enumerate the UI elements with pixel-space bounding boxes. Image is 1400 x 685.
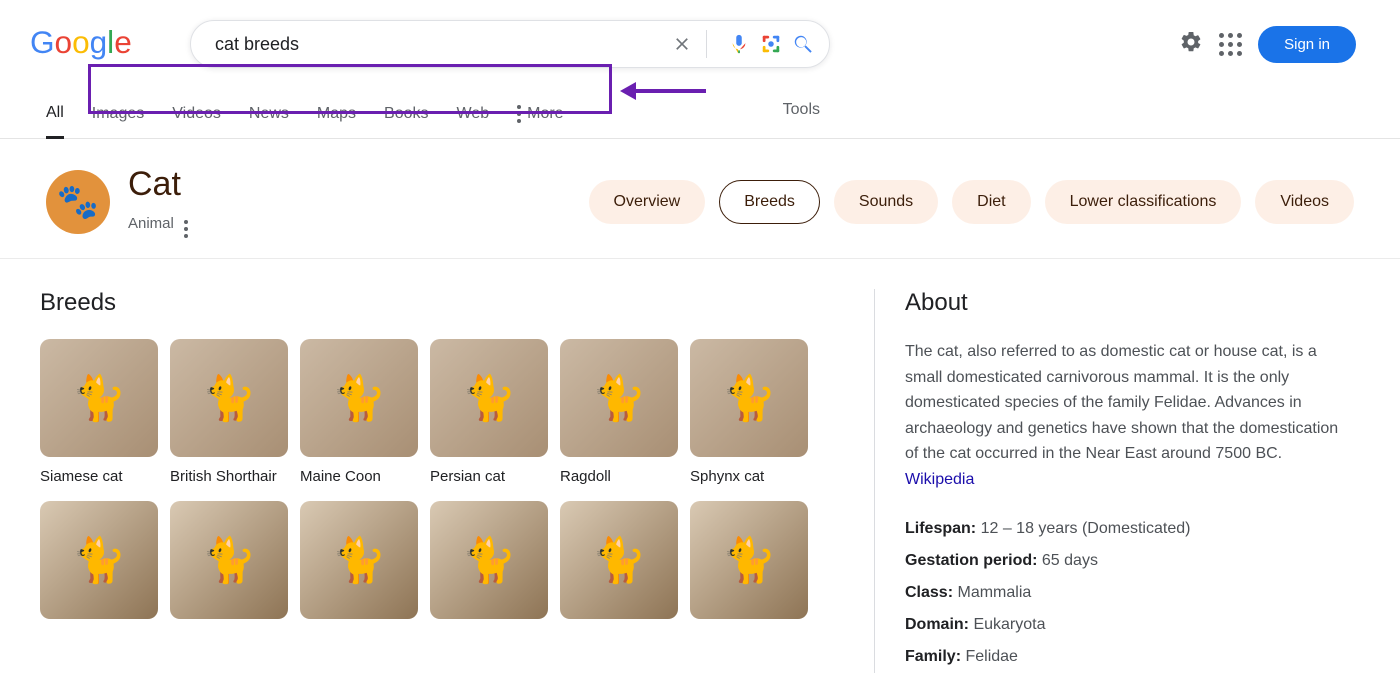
clear-icon[interactable] — [670, 32, 694, 56]
breed-card[interactable]: 🐈 Persian cat — [430, 339, 548, 487]
entity-subtitle: Animal — [128, 215, 174, 232]
fact-value: Mammalia — [957, 584, 1031, 601]
breed-thumb: 🐈 — [430, 339, 548, 457]
fact-key: Domain: — [905, 616, 969, 633]
fact-key: Lifespan: — [905, 520, 976, 537]
chip-overview[interactable]: Overview — [589, 180, 706, 224]
breed-card[interactable]: 🐈 — [430, 501, 548, 629]
breed-thumb: 🐈 — [40, 501, 158, 619]
tab-web[interactable]: Web — [457, 97, 490, 137]
breed-thumb: 🐈 — [300, 501, 418, 619]
tab-maps[interactable]: Maps — [317, 97, 356, 137]
more-dots-icon — [517, 105, 521, 123]
breed-card[interactable]: 🐈 British Shorthair — [170, 339, 288, 487]
settings-icon[interactable] — [1179, 30, 1203, 59]
breed-card[interactable]: 🐈 — [170, 501, 288, 629]
breed-card[interactable]: 🐈 — [300, 501, 418, 629]
svg-text:Google: Google — [30, 25, 132, 60]
breed-card[interactable]: 🐈 Sphynx cat — [690, 339, 808, 487]
about-heading: About — [905, 289, 1354, 317]
tools-button[interactable]: Tools — [783, 101, 820, 133]
breed-thumb: 🐈 — [560, 339, 678, 457]
fact-value: Eukaryota — [973, 616, 1045, 633]
breed-thumb: 🐈 — [40, 339, 158, 457]
fact-key: Gestation period: — [905, 552, 1037, 569]
breed-thumb: 🐈 — [560, 501, 678, 619]
fact-row: Domain: Eukaryota — [905, 609, 1354, 641]
google-logo[interactable]: Google — [30, 25, 150, 63]
entity-title: Cat — [128, 165, 188, 204]
breed-label: Persian cat — [430, 467, 548, 487]
tab-more[interactable]: More — [517, 97, 563, 137]
breed-card[interactable]: 🐈 Ragdoll — [560, 339, 678, 487]
fact-value: 12 – 18 years (Domesticated) — [981, 520, 1191, 537]
apps-icon[interactable] — [1219, 33, 1242, 56]
breed-label: Siamese cat — [40, 467, 158, 487]
breed-card[interactable]: 🐈 Siamese cat — [40, 339, 158, 487]
about-text: The cat, also referred to as domestic ca… — [905, 339, 1354, 493]
breed-label: Maine Coon — [300, 467, 418, 487]
search-icon[interactable] — [791, 32, 815, 56]
mic-icon[interactable] — [727, 32, 751, 56]
breed-thumb: 🐈 — [170, 501, 288, 619]
search-input[interactable] — [213, 33, 670, 56]
fact-row: Class: Mammalia — [905, 577, 1354, 609]
tab-images[interactable]: Images — [92, 97, 144, 137]
entity-avatar: 🐾 — [46, 170, 110, 234]
fact-row: Lifespan: 12 – 18 years (Domesticated) — [905, 513, 1354, 545]
breed-card[interactable]: 🐈 — [690, 501, 808, 629]
breed-card[interactable]: 🐈 — [40, 501, 158, 629]
tab-all[interactable]: All — [46, 96, 64, 139]
breed-label: Sphynx cat — [690, 467, 808, 487]
chip-diet[interactable]: Diet — [952, 180, 1030, 224]
signin-button[interactable]: Sign in — [1258, 26, 1356, 63]
breed-label: British Shorthair — [170, 467, 288, 487]
fact-row: Family: Felidae — [905, 641, 1354, 673]
breed-thumb: 🐈 — [170, 339, 288, 457]
about-body: The cat, also referred to as domestic ca… — [905, 343, 1338, 462]
breed-thumb: 🐈 — [430, 501, 548, 619]
breed-thumb: 🐈 — [690, 339, 808, 457]
lens-icon[interactable] — [759, 32, 783, 56]
breed-card[interactable]: 🐈 Maine Coon — [300, 339, 418, 487]
breeds-grid: 🐈 Siamese cat 🐈 British Shorthair 🐈 Maine C… — [40, 339, 854, 629]
chip-breeds[interactable]: Breeds — [719, 180, 820, 224]
fact-key: Class: — [905, 584, 953, 601]
fact-key: Family: — [905, 648, 961, 665]
breed-card[interactable]: 🐈 — [560, 501, 678, 629]
fact-value: Felidae — [965, 648, 1017, 665]
chip-sounds[interactable]: Sounds — [834, 180, 938, 224]
divider — [706, 30, 707, 58]
chip-lower[interactable]: Lower classifications — [1045, 180, 1242, 224]
breed-label: Ragdoll — [560, 467, 678, 487]
tab-more-label: More — [527, 105, 563, 123]
fact-value: 65 days — [1042, 552, 1098, 569]
annotation-arrow — [620, 82, 706, 100]
tab-news[interactable]: News — [249, 97, 289, 137]
breed-thumb: 🐈 — [300, 339, 418, 457]
about-source-link[interactable]: Wikipedia — [905, 471, 974, 488]
search-box[interactable] — [190, 20, 830, 68]
breed-thumb: 🐈 — [690, 501, 808, 619]
chip-videos[interactable]: Videos — [1255, 180, 1354, 224]
entity-menu-icon[interactable] — [184, 208, 188, 238]
fact-row: Gestation period: 65 days — [905, 545, 1354, 577]
tab-books[interactable]: Books — [384, 97, 428, 137]
tab-videos[interactable]: Videos — [172, 97, 221, 137]
breeds-heading: Breeds — [40, 289, 854, 317]
